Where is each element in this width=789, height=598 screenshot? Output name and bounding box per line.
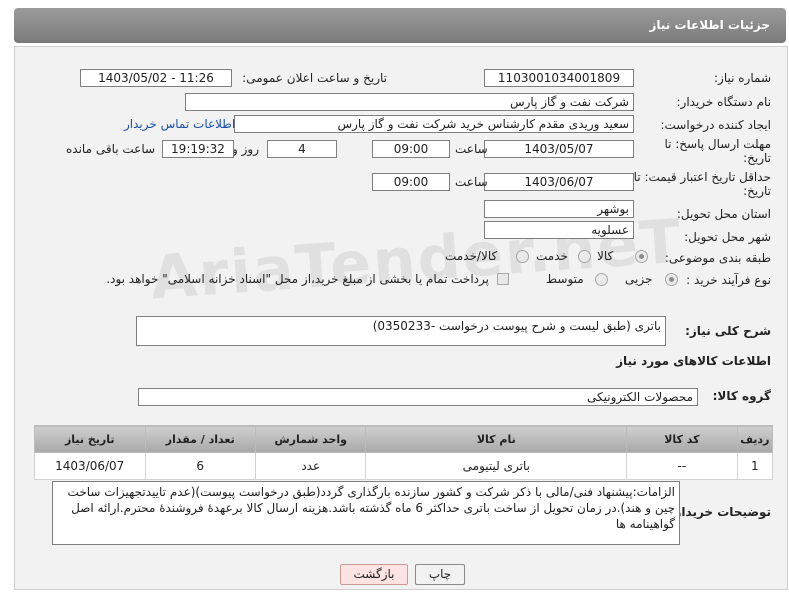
table-header-row: ردیف کد کالا نام کالا واحد شمارش تعداد /… (34, 425, 774, 453)
announce-value: 1403/05/02 - 11:26 (98, 71, 214, 85)
treasury-payment-checkbox[interactable] (497, 273, 509, 285)
validity-time-field: 09:00 (372, 173, 450, 191)
requester-field: سعید وریدی مقدم کارشناس خرید شرکت نفت و … (234, 115, 634, 133)
page-title: جزئیات اطلاعات نیاز (649, 18, 770, 32)
category-service-label: خدمت (536, 249, 568, 263)
goods-section-title: اطلاعات کالاهای مورد نیاز (616, 354, 771, 368)
city-field: عسلویه (484, 221, 634, 239)
description-field: باتری (طبق لیست و شرح پیوست درخواست -035… (136, 316, 666, 346)
province-label: استان محل تحویل: (676, 207, 771, 221)
category-both-label: کالا/خدمت (445, 249, 498, 263)
description-label: شرح کلی نیاز: (685, 324, 771, 338)
province-field: بوشهر (484, 200, 634, 218)
announce-label: تاریخ و ساعت اعلان عمومی: (242, 71, 387, 85)
remaining-time-field: 19:19:32 (162, 140, 234, 158)
cell-qty: 6 (144, 452, 256, 480)
col-date-header: تاریخ نیاز (34, 425, 146, 453)
col-name-header: نام کالا (365, 425, 628, 453)
validity-label-2: تاریخ: (743, 184, 771, 198)
reply-date-field: 1403/05/07 (484, 140, 634, 158)
buyer-notes-label: توضیحات خریدار: (669, 505, 771, 519)
process-medium-radio[interactable] (595, 273, 608, 286)
buyer-org-label: نام دستگاه خریدار: (676, 95, 772, 109)
process-minor-radio[interactable] (665, 273, 678, 286)
page-header: جزئیات اطلاعات نیاز (14, 8, 786, 43)
days-field: 4 (267, 140, 337, 158)
announce-field: 1403/05/02 - 11:26 (80, 69, 232, 87)
need-number-label: شماره نیاز: (714, 71, 771, 85)
reply-deadline-label-2: تاریخ: (743, 151, 771, 165)
category-goods-radio[interactable] (635, 250, 648, 263)
cell-code: -- (626, 452, 738, 480)
reply-time-label: ساعت (455, 142, 488, 156)
validity-date-field: 1403/06/07 (484, 173, 634, 191)
category-service-radio[interactable] (578, 250, 591, 263)
cell-date: 1403/06/07 (34, 452, 146, 480)
goods-group-label: گروه کالا: (712, 389, 771, 403)
buyer-org-field: شرکت نفت و گاز پارس (185, 93, 634, 111)
category-both-radio[interactable] (516, 250, 529, 263)
category-label: طبقه بندی موضوعی: (664, 251, 771, 265)
table-row: 1 -- باتری لیتیومی عدد 6 1403/06/07 (34, 452, 774, 480)
print-button[interactable]: چاپ (415, 564, 465, 585)
col-unit-header: واحد شمارش (254, 425, 367, 453)
city-label: شهر محل تحویل: (684, 230, 771, 244)
cell-row: 1 (736, 452, 774, 480)
back-button[interactable]: بازگشت (340, 564, 408, 585)
validity-label: حداقل تاریخ اعتبار قیمت: تا (633, 170, 771, 184)
col-code-header: کد کالا (626, 425, 738, 453)
col-qty-header: تعداد / مقدار (144, 425, 256, 453)
buyer-notes-value: الزامات:پیشنهاد فنی/مالی با ذکر شرکت و ک… (67, 485, 675, 531)
days-label: روز و (232, 142, 259, 156)
cell-name: باتری لیتیومی (365, 452, 628, 480)
buyer-notes-field: الزامات:پیشنهاد فنی/مالی با ذکر شرکت و ک… (52, 481, 680, 545)
payment-note: پرداخت تمام یا بخشی از مبلغ خرید،از محل … (106, 272, 489, 286)
process-label: نوع فرآیند خرید : (686, 273, 771, 287)
cell-unit: عدد (254, 452, 367, 480)
reply-deadline-label: مهلت ارسال پاسخ: تا (664, 137, 771, 151)
contact-info-link[interactable]: اطلاعات تماس خریدار (124, 117, 235, 131)
process-minor-label: جزیی (625, 272, 653, 286)
process-medium-label: متوسط (546, 272, 584, 286)
col-row-header: ردیف (736, 425, 774, 453)
description-value: باتری (طبق لیست و شرح پیوست درخواست -035… (372, 319, 661, 333)
need-number-field: 1103001034001809 (484, 69, 634, 87)
validity-time-label: ساعت (455, 175, 488, 189)
goods-group-field: محصولات الکترونیکی (138, 388, 698, 406)
remaining-label: ساعت باقی مانده (66, 142, 156, 156)
category-goods-label: کالا (597, 249, 614, 263)
items-table: ردیف کد کالا نام کالا واحد شمارش تعداد /… (34, 425, 774, 480)
reply-time-field: 09:00 (372, 140, 450, 158)
requester-label: ایجاد کننده درخواست: (660, 118, 771, 132)
